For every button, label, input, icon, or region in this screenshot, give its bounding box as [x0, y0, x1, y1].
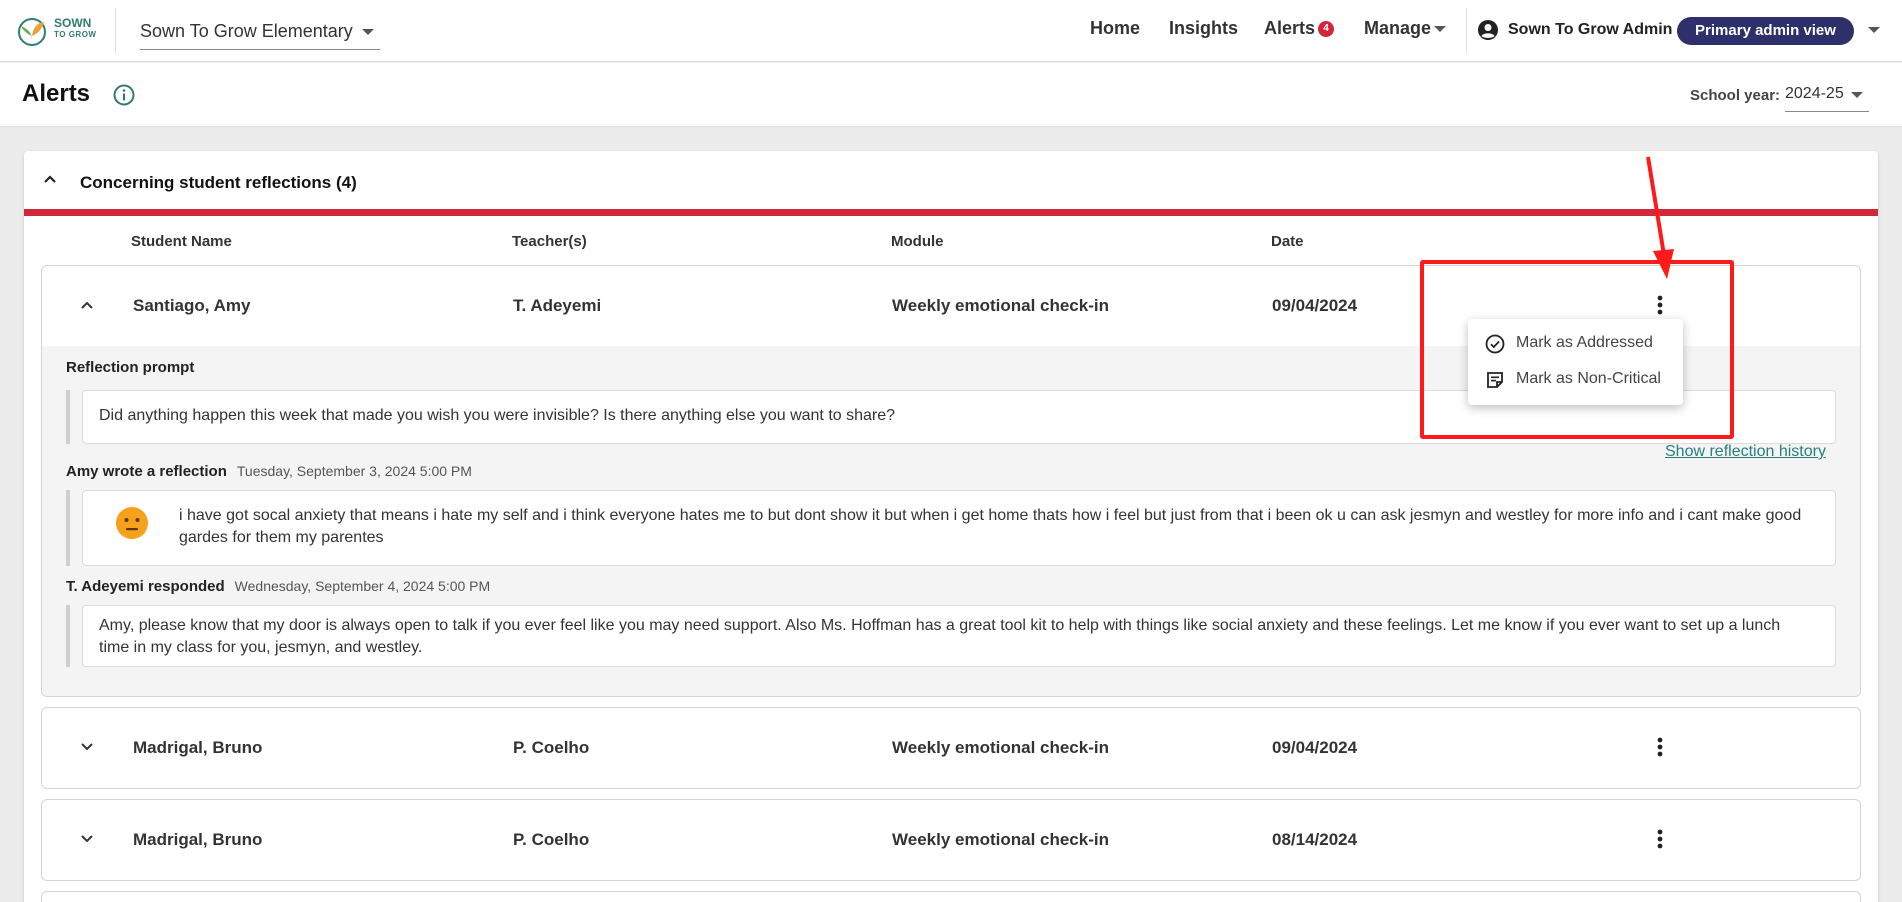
response-header: T. Adeyemi responded Wednesday, September…	[66, 578, 490, 595]
module-name: Weekly emotional check-in	[892, 830, 1109, 849]
student-name: Madrigal, Bruno	[133, 738, 263, 757]
column-header-teacher: Teacher(s)	[512, 233, 587, 250]
top-navigation: SOWN TO GROW Sown To Grow Elementary Hom…	[0, 0, 1902, 62]
nav-insights[interactable]: Insights	[1169, 18, 1238, 39]
primary-admin-view-button[interactable]: Primary admin view	[1677, 17, 1854, 45]
view-caret-down-icon[interactable]	[1868, 27, 1880, 33]
table-row[interactable]: Madrigal, Bruno P. Coelho Weekly emotion…	[41, 799, 1861, 881]
teacher-name: T. Adeyemi	[513, 296, 602, 315]
user-name[interactable]: Sown To Grow Admin	[1508, 21, 1672, 39]
manage-caret-down-icon[interactable]	[1434, 26, 1446, 32]
student-name: Madrigal, Bruno	[133, 830, 263, 849]
module-name: Weekly emotional check-in	[892, 296, 1109, 315]
alert-date: 09/04/2024	[1272, 738, 1358, 757]
module-name: Weekly emotional check-in	[892, 738, 1109, 757]
nav-home[interactable]: Home	[1090, 18, 1140, 39]
show-reflection-history-link[interactable]: Show reflection history	[1665, 443, 1826, 461]
nav-divider	[115, 8, 116, 54]
school-select[interactable]: Sown To Grow Elementary	[140, 14, 380, 50]
alert-date: 08/14/2024	[1272, 830, 1358, 849]
reflection-prompt-label: Reflection prompt	[66, 359, 195, 376]
school-year-value: 2024-25	[1785, 85, 1844, 102]
logo-subtext: TO GROW	[54, 30, 97, 39]
reflection-header: Amy wrote a reflection Tuesday, September…	[66, 463, 472, 480]
critical-alert-bar	[24, 209, 1878, 216]
response-timestamp: Wednesday, September 4, 2024 5:00 PM	[234, 578, 491, 594]
sprout-logo-icon	[18, 18, 46, 46]
chevron-down-icon[interactable]	[79, 831, 95, 847]
reflection-quote: i have got socal anxiety that means i ha…	[66, 490, 1836, 566]
caret-down-icon	[1851, 92, 1863, 98]
alerts-count-badge: 4	[1318, 21, 1334, 37]
info-icon[interactable]	[113, 84, 135, 106]
response-author-label: T. Adeyemi responded	[66, 578, 225, 595]
teacher-name: P. Coelho	[513, 738, 590, 757]
nav-alerts[interactable]: Alerts	[1264, 18, 1315, 39]
page-title: Alerts	[22, 80, 91, 107]
more-options-icon[interactable]	[1656, 736, 1664, 758]
chevron-down-icon[interactable]	[79, 739, 95, 755]
teacher-name: P. Coelho	[513, 830, 590, 849]
reflection-text: i have got socal anxiety that means i ha…	[179, 507, 1802, 546]
neutral-face-emoji-icon	[116, 507, 148, 539]
column-header-student: Student Name	[131, 233, 232, 250]
response-box: Amy, please know that my door is always …	[82, 605, 1836, 667]
school-select-value: Sown To Grow Elementary	[140, 21, 353, 41]
reflection-timestamp: Tuesday, September 3, 2024 5:00 PM	[236, 463, 472, 479]
column-header-date: Date	[1271, 233, 1304, 250]
annotation-arrow-icon	[1646, 156, 1674, 279]
response-quote: Amy, please know that my door is always …	[66, 605, 1836, 667]
section-header[interactable]: Concerning student reflections (4)	[24, 151, 1878, 209]
logo-wordmark: SOWN	[54, 16, 92, 30]
chevron-up-icon[interactable]	[79, 297, 95, 313]
caret-down-icon	[362, 29, 374, 35]
student-name: Santiago, Amy	[133, 296, 251, 315]
page-header: Alerts School year: 2024-25	[0, 63, 1902, 127]
reflection-author-label: Amy wrote a reflection	[66, 463, 227, 480]
account-circle-icon[interactable]	[1477, 19, 1499, 41]
annotation-highlight-box	[1420, 260, 1734, 439]
chevron-up-icon[interactable]	[42, 171, 58, 187]
nav-divider	[1466, 8, 1467, 54]
table-row[interactable]: Madrigal, Bruno P. Coelho Weekly emotion…	[41, 707, 1861, 789]
more-options-icon[interactable]	[1656, 828, 1664, 850]
section-title: Concerning student reflections (4)	[80, 173, 357, 192]
nav-manage[interactable]: Manage	[1364, 18, 1431, 39]
reflection-box: i have got socal anxiety that means i ha…	[82, 490, 1836, 566]
school-year-label: School year:	[1690, 87, 1781, 104]
table-row[interactable]	[41, 891, 1861, 902]
school-year-select[interactable]: 2024-25	[1785, 78, 1869, 112]
alert-date: 09/04/2024	[1272, 296, 1358, 315]
sown-to-grow-logo[interactable]: SOWN TO GROW	[14, 12, 102, 48]
column-header-module: Module	[891, 233, 944, 250]
response-text: Amy, please know that my door is always …	[99, 617, 1781, 656]
